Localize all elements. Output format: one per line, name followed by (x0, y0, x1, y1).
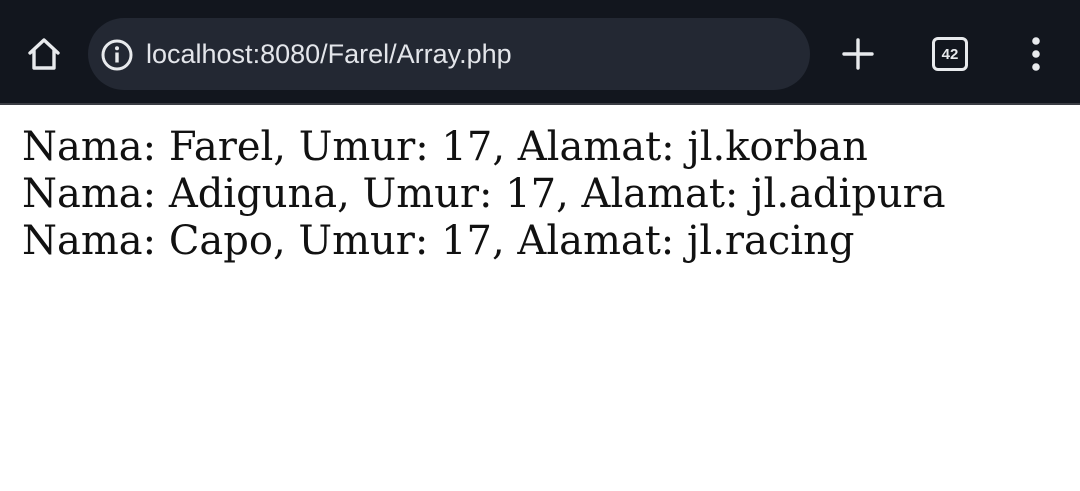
url-text[interactable]: localhost:8080/Farel/Array.php (146, 18, 512, 90)
menu-button[interactable] (1012, 30, 1060, 78)
output-line: Nama: Capo, Umur: 17, Alamat: jl.racing (22, 218, 855, 264)
home-icon (28, 38, 60, 70)
info-icon[interactable] (100, 38, 134, 72)
new-tab-button[interactable] (834, 30, 882, 78)
plus-icon (842, 38, 874, 70)
tab-count: 42 (941, 45, 959, 63)
tab-switcher-icon: 42 (932, 37, 968, 71)
output-line: Nama: Farel, Umur: 17, Alamat: jl.korban (22, 124, 868, 170)
address-bar[interactable]: localhost:8080/Farel/Array.php (88, 18, 810, 90)
output-line: Nama: Adiguna, Umur: 17, Alamat: jl.adip… (22, 171, 946, 217)
home-button[interactable] (20, 30, 68, 78)
more-vert-icon (1032, 37, 1040, 71)
tab-switcher-button[interactable]: 42 (926, 30, 974, 78)
browser-toolbar: localhost:8080/Farel/Array.php 42 (0, 0, 1080, 105)
page-content: Nama: Farel, Umur: 17, Alamat: jl.korban… (22, 124, 946, 265)
